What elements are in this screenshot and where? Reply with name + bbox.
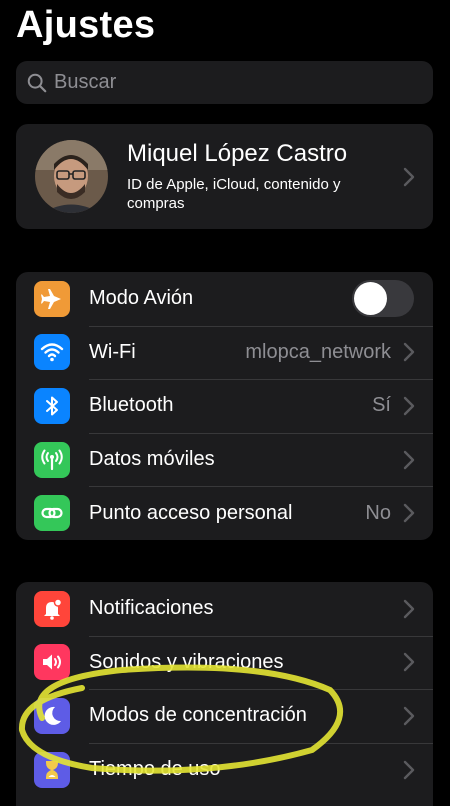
- connectivity-group: Modo Avión Wi-Fi mlopca_network Bluetoot…: [16, 272, 433, 540]
- settings-row-sounds[interactable]: Sonidos y vibraciones: [16, 635, 433, 690]
- settings-row-label: Sonidos y vibraciones: [89, 650, 284, 673]
- hotspot-icon: [34, 495, 70, 532]
- moon-icon: [34, 697, 70, 734]
- settings-row-personal-hotspot[interactable]: Punto acceso personal No: [16, 486, 433, 540]
- chevron-right-icon: [403, 706, 415, 726]
- settings-row-value: Sí: [372, 394, 391, 417]
- settings-row-notifications[interactable]: Notificaciones: [16, 582, 433, 636]
- settings-row-label: Datos móviles: [89, 448, 215, 471]
- settings-row-value: No: [365, 501, 391, 524]
- settings-row-mobile-data[interactable]: Datos móviles: [16, 432, 433, 487]
- chevron-right-icon: [403, 396, 415, 416]
- search-bar[interactable]: [16, 61, 433, 104]
- page-title: Ajustes: [16, 4, 156, 46]
- settings-row-label: Wi-Fi: [89, 340, 136, 363]
- toggle-knob: [354, 282, 387, 316]
- search-input[interactable]: [54, 71, 414, 94]
- bluetooth-icon: [34, 387, 70, 424]
- bell-icon: [34, 590, 70, 627]
- chevron-right-icon: [403, 450, 415, 469]
- settings-row-airplane-mode[interactable]: Modo Avión: [16, 272, 433, 326]
- chevron-right-icon: [403, 343, 415, 362]
- search-icon: [27, 73, 47, 92]
- speaker-icon: [34, 644, 70, 681]
- chevron-right-icon: [403, 167, 415, 186]
- chevron-right-icon: [403, 760, 415, 779]
- chevron-right-icon: [403, 599, 415, 618]
- notifications-group: Notificaciones Sonidos y vibraciones Mod…: [16, 582, 433, 806]
- chevron-right-icon: [403, 653, 415, 672]
- settings-row-label: Modos de concentración: [89, 704, 307, 727]
- wifi-icon: [34, 334, 70, 371]
- settings-row-label: Punto acceso personal: [89, 501, 293, 524]
- settings-row-label: Notificaciones: [89, 597, 214, 620]
- profile-subtitle: ID de Apple, iCloud, contenido y compras: [127, 176, 341, 212]
- apple-id-profile-row[interactable]: Miquel López Castro ID de Apple, iCloud,…: [16, 124, 433, 229]
- settings-row-label: Bluetooth: [89, 394, 174, 417]
- settings-row-label: Tiempo de uso: [89, 758, 221, 781]
- chevron-right-icon: [403, 503, 415, 523]
- settings-row-label: Modo Avión: [89, 287, 194, 310]
- airplane-icon: [34, 280, 70, 317]
- profile-name: Miquel López Castro: [127, 140, 348, 167]
- settings-row-value: mlopca_network: [245, 340, 391, 363]
- settings-row-wifi[interactable]: Wi-Fi mlopca_network: [16, 325, 433, 380]
- settings-row-focus-modes[interactable]: Modos de concentración: [16, 689, 433, 743]
- settings-row-bluetooth[interactable]: Bluetooth Sí: [16, 379, 433, 433]
- settings-row-screen-time[interactable]: Tiempo de uso: [16, 742, 433, 797]
- antenna-icon: [34, 441, 70, 478]
- hourglass-icon: [34, 751, 70, 788]
- avatar: [35, 140, 108, 213]
- airplane-mode-toggle[interactable]: [352, 280, 414, 318]
